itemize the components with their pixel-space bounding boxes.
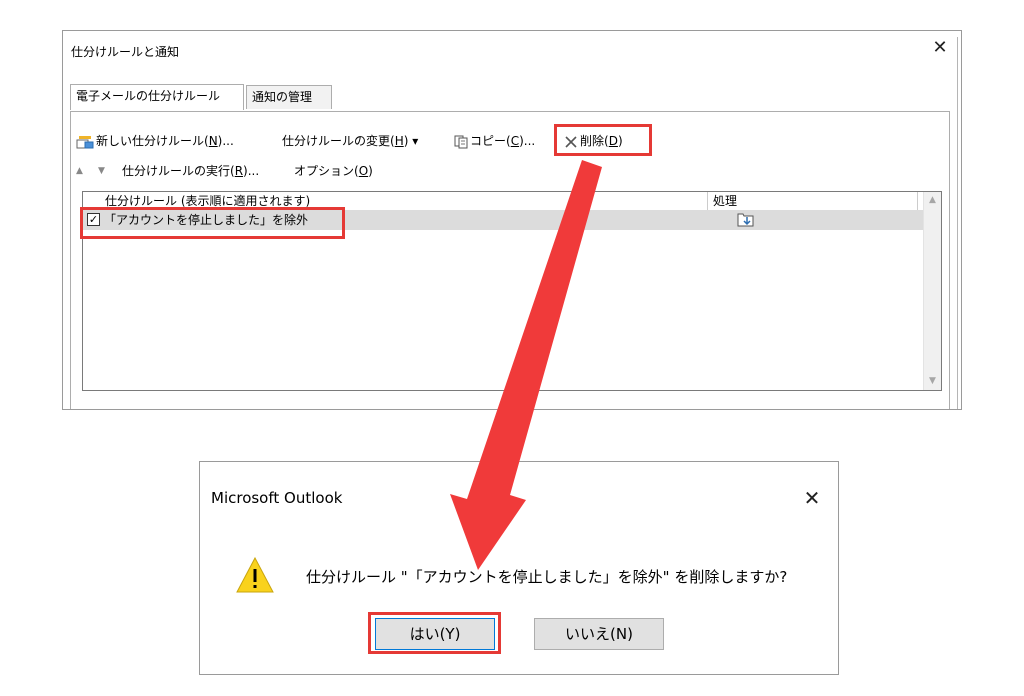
- window-title: 仕分けルールと通知: [71, 45, 180, 59]
- new-rule-accesskey: N: [208, 134, 218, 148]
- dialog-title: Microsoft Outlook: [211, 489, 343, 507]
- yes-button-highlight: [368, 612, 501, 654]
- copy-label-prefix: コピー(: [470, 134, 511, 148]
- close-icon[interactable]: ✕: [800, 486, 824, 510]
- column-divider: [707, 192, 708, 210]
- window-edge: [957, 37, 958, 409]
- rules-alerts-window: 仕分けルールと通知 ✕ 電子メールの仕分けルール 通知の管理 新しい仕分けルール…: [62, 30, 962, 410]
- options-label-suffix: ): [368, 164, 373, 178]
- options-label-prefix: オプション(: [294, 164, 359, 178]
- new-rule-icon: [76, 135, 94, 148]
- copy-rule-button[interactable]: コピー(C)...: [454, 129, 535, 153]
- tab-manage-alerts[interactable]: 通知の管理: [246, 85, 332, 109]
- run-rules-label-suffix: )...: [243, 164, 260, 178]
- scroll-up-icon[interactable]: ▲: [924, 192, 941, 209]
- move-to-folder-icon: [737, 213, 754, 227]
- column-header-action[interactable]: 処理: [713, 192, 737, 210]
- change-rule-label-prefix: 仕分けルールの変更(: [282, 134, 395, 148]
- copy-accesskey: C: [510, 134, 520, 148]
- move-down-icon[interactable]: ▼: [98, 159, 105, 183]
- close-icon[interactable]: ✕: [929, 37, 951, 59]
- run-rules-label-prefix: 仕分けルールの実行(: [122, 164, 235, 178]
- no-button[interactable]: いいえ(N): [534, 618, 664, 650]
- chevron-down-icon: ▾: [412, 134, 419, 148]
- options-button[interactable]: オプション(O): [294, 159, 373, 183]
- change-rule-label-suffix: ): [403, 134, 409, 148]
- new-rule-button[interactable]: 新しい仕分けルール(N)...: [76, 129, 234, 153]
- scroll-down-icon[interactable]: ▼: [924, 373, 941, 390]
- tab-email-rules[interactable]: 電子メールの仕分けルール: [70, 84, 244, 110]
- vertical-scrollbar[interactable]: ▲ ▼: [923, 192, 941, 390]
- copy-label-suffix: )...: [519, 134, 536, 148]
- confirm-dialog: Microsoft Outlook ✕ 仕分けルール "「アカウントを停止しまし…: [199, 461, 839, 675]
- run-rules-button[interactable]: 仕分けルールの実行(R)...: [122, 159, 259, 183]
- warning-icon: [236, 556, 274, 593]
- run-rules-accesskey: R: [234, 164, 244, 178]
- move-up-icon[interactable]: ▲: [76, 159, 83, 183]
- change-rule-accesskey: H: [394, 134, 404, 148]
- column-divider-end: [917, 192, 918, 210]
- confirm-message: 仕分けルール "「アカウントを停止しました」を除外" を削除しますか?: [306, 568, 788, 586]
- copy-icon: [454, 135, 468, 148]
- new-rule-label-prefix: 新しい仕分けルール(: [96, 134, 209, 148]
- options-accesskey: O: [358, 164, 369, 178]
- new-rule-label-suffix: )...: [217, 134, 234, 148]
- change-rule-button[interactable]: 仕分けルールの変更(H) ▾: [282, 129, 418, 153]
- delete-button-highlight: [554, 124, 652, 156]
- rule-row-highlight: [80, 207, 345, 239]
